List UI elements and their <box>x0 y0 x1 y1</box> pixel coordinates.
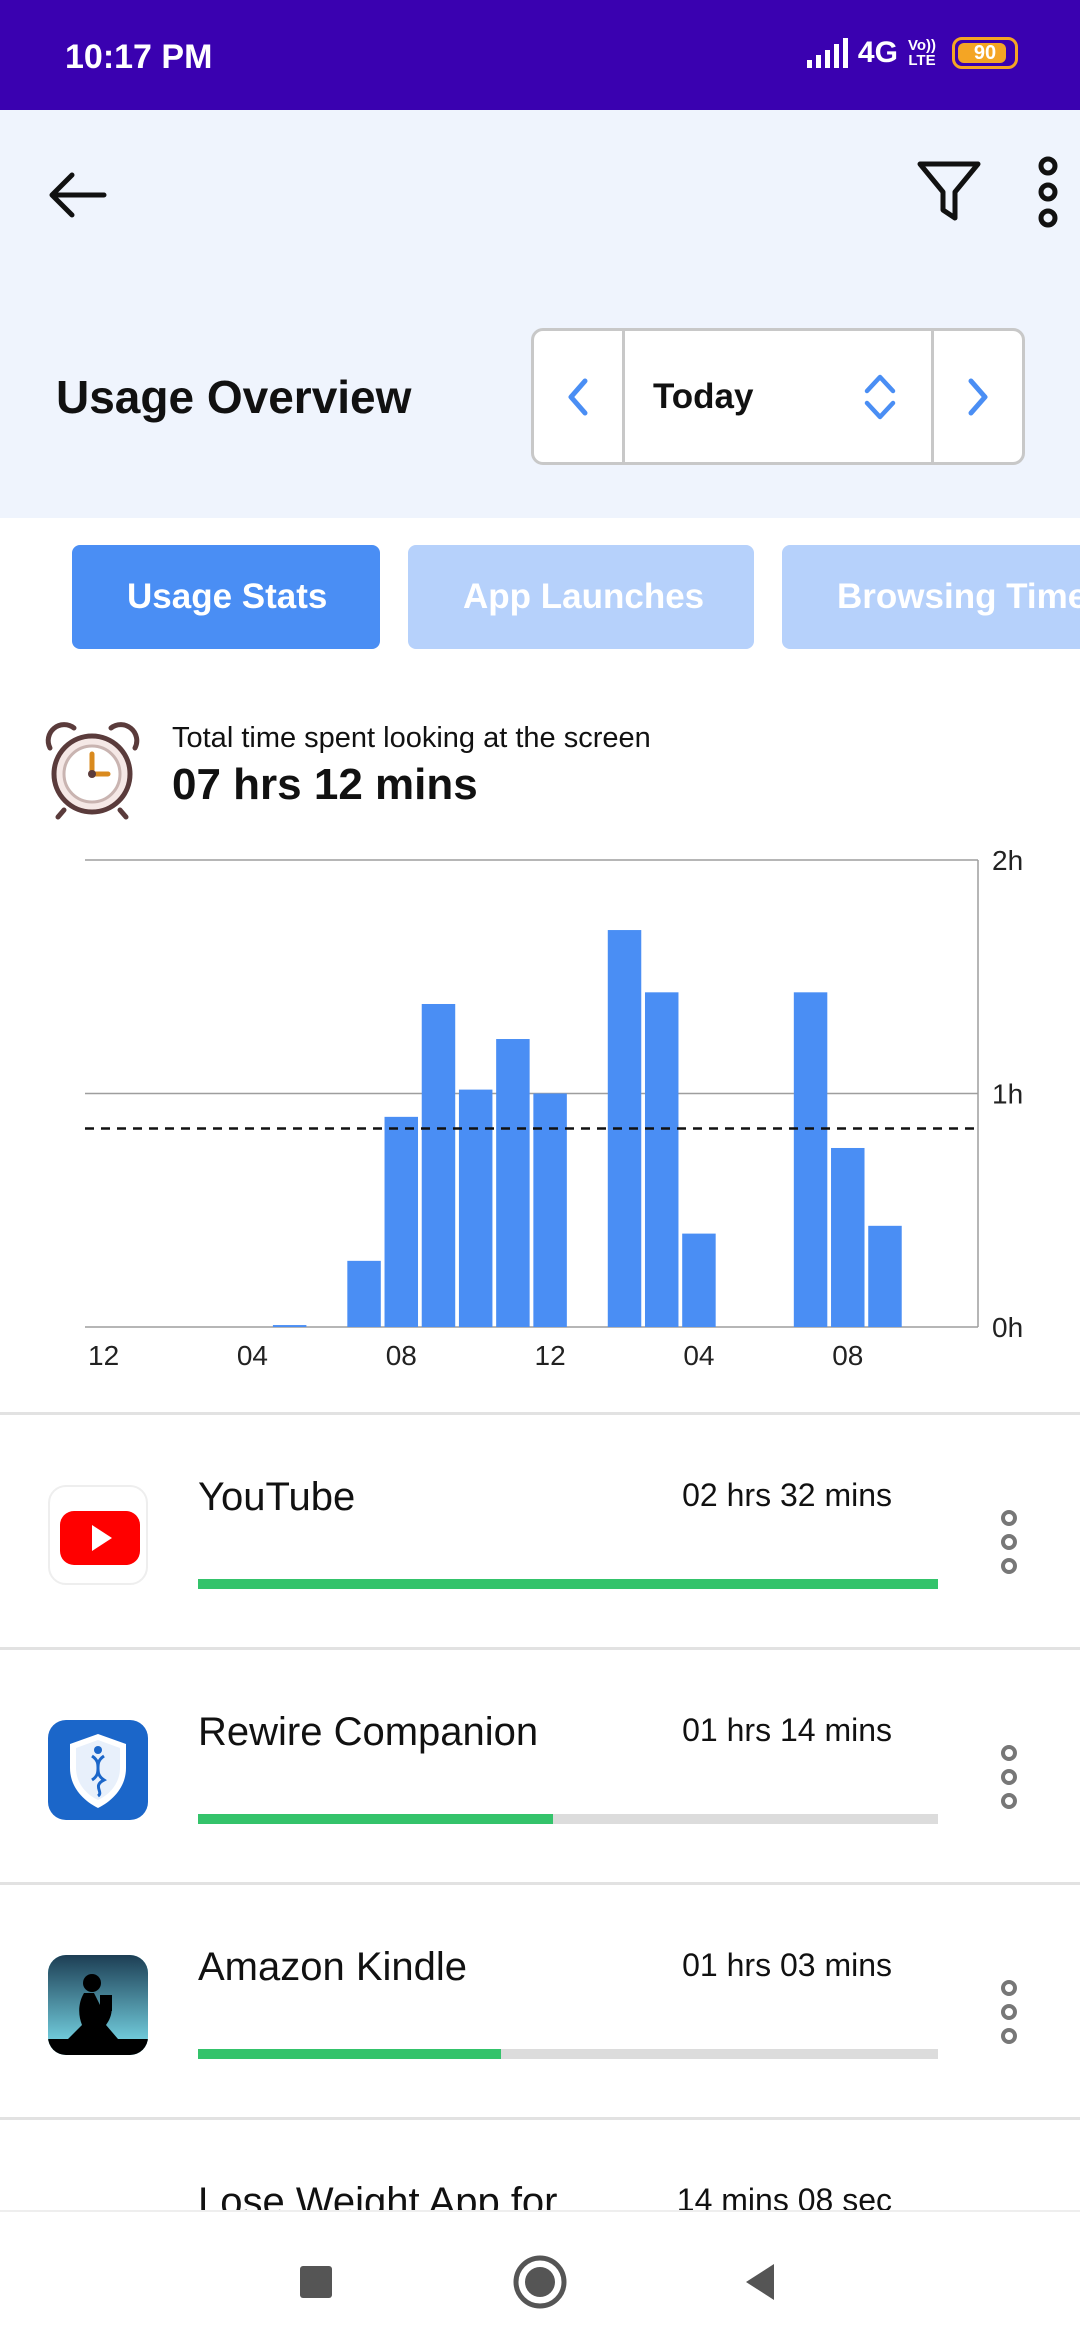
total-usage-caption: Total time spent looking at the screen <box>172 722 651 754</box>
status-indicators: 4G Vo)) LTE 90 <box>806 36 1018 70</box>
app-menu-button[interactable] <box>994 1507 1024 1577</box>
status-bar: 10:17 PM 4G Vo)) LTE 90 <box>0 0 1080 110</box>
date-picker: Today <box>531 328 1025 465</box>
chart-bar <box>272 1325 307 1327</box>
kindle-reader-icon <box>48 1955 148 2055</box>
date-range-selector[interactable]: Today <box>622 331 934 462</box>
x-tick-label: 08 <box>386 1340 417 1371</box>
tab-app-launches[interactable]: App Launches <box>408 545 754 649</box>
x-tick-label: 08 <box>832 1340 863 1371</box>
volte-top: Vo)) <box>907 37 936 54</box>
app-name: Rewire Companion <box>198 1710 539 1754</box>
youtube-icon <box>48 1485 148 1585</box>
chart-bar <box>644 992 679 1327</box>
filter-button[interactable] <box>914 156 984 226</box>
circle-icon <box>513 2255 567 2309</box>
x-tick-label: 12 <box>88 1340 119 1371</box>
recents-button[interactable] <box>286 2252 346 2312</box>
chart-bar <box>831 1147 865 1327</box>
app-name: Amazon Kindle <box>198 1945 468 1989</box>
home-button[interactable] <box>510 2252 570 2312</box>
app-row-rewire-companion[interactable]: Rewire Companion 01 hrs 14 mins <box>0 1650 1080 1880</box>
app-usage-bar-fill <box>198 2049 502 2059</box>
total-usage-summary: Total time spent looking at the screen 0… <box>40 720 1040 830</box>
triangle-back-icon <box>746 2264 774 2300</box>
header: Usage Overview Today <box>0 110 1080 518</box>
alarm-clock-icon <box>45 722 140 820</box>
system-navigation-bar <box>0 2210 1080 2340</box>
chart-bar <box>421 1003 456 1327</box>
chart-bar <box>384 1116 419 1327</box>
chart-bar <box>496 1039 530 1327</box>
previous-date-button[interactable] <box>534 331 622 462</box>
x-tick-label: 04 <box>237 1340 268 1371</box>
unfold-icon <box>864 374 896 420</box>
battery-icon: 90 <box>952 37 1018 69</box>
chart-bar <box>868 1225 902 1327</box>
app-row-amazon-kindle[interactable]: Amazon Kindle 01 hrs 03 mins <box>0 1885 1080 2115</box>
y-tick-label: 0h <box>992 1312 1023 1343</box>
app-usage-bar-fill <box>198 1579 938 1589</box>
app-usage-bar <box>198 1814 938 1824</box>
app-menu-button[interactable] <box>994 1977 1024 2047</box>
tab-usage-stats[interactable]: Usage Stats <box>72 545 380 649</box>
app-usage-time: 01 hrs 03 mins <box>682 1947 892 1983</box>
volte-bottom: LTE <box>908 52 936 69</box>
shield-dna-icon <box>48 1720 148 1820</box>
more-options-button[interactable] <box>1028 154 1068 234</box>
chevron-left-icon <box>568 378 588 415</box>
hourly-usage-chart: 2h 1h 0h 12 04 08 12 04 08 <box>0 830 1080 1390</box>
back-button[interactable] <box>44 160 114 230</box>
app-menu-button[interactable] <box>994 1742 1024 1812</box>
app-usage-time: 01 hrs 14 mins <box>682 1712 892 1748</box>
filter-icon <box>917 161 981 221</box>
app-usage-bar <box>198 2049 938 2059</box>
app-usage-time: 02 hrs 32 mins <box>682 1477 892 1513</box>
total-usage-value: 07 hrs 12 mins <box>172 760 478 809</box>
battery-level: 90 <box>973 41 997 64</box>
chevron-right-icon <box>968 378 988 415</box>
tab-bar: Usage Stats App Launches Browsing Time <box>0 545 1080 649</box>
next-date-button[interactable] <box>934 331 1022 462</box>
date-range-label: Today <box>653 376 754 416</box>
page-title: Usage Overview <box>56 371 412 423</box>
app-name: YouTube <box>198 1475 356 1519</box>
y-tick-label: 2h <box>992 845 1023 876</box>
chart-bar <box>458 1089 493 1327</box>
usage-bar-chart: 2h 1h 0h 12 04 08 12 04 08 <box>85 845 1023 1371</box>
more-vertical-icon <box>1038 156 1058 228</box>
system-back-button[interactable] <box>730 2252 790 2312</box>
chart-bar <box>347 1260 381 1327</box>
more-vertical-icon <box>1001 1745 1017 1809</box>
y-tick-label: 1h <box>992 1079 1023 1110</box>
x-tick-label: 04 <box>683 1340 714 1371</box>
more-vertical-icon <box>1001 1510 1017 1574</box>
x-tick-label: 12 <box>535 1340 566 1371</box>
app-usage-bar <box>198 1579 938 1589</box>
network-type: 4G <box>857 36 898 69</box>
app-row-youtube[interactable]: YouTube 02 hrs 32 mins <box>0 1415 1080 1645</box>
chart-bar <box>682 1233 716 1327</box>
status-time: 10:17 PM <box>65 38 213 76</box>
app-usage-bar-fill <box>198 1814 554 1824</box>
signal-icon <box>806 38 848 68</box>
tab-browsing-time[interactable]: Browsing Time <box>782 545 1080 649</box>
volte-indicator: Vo)) LTE <box>908 38 936 68</box>
square-icon <box>300 2266 332 2298</box>
arrow-left-icon <box>49 172 107 218</box>
more-vertical-icon <box>1001 1980 1017 2044</box>
chart-bar <box>793 992 828 1327</box>
